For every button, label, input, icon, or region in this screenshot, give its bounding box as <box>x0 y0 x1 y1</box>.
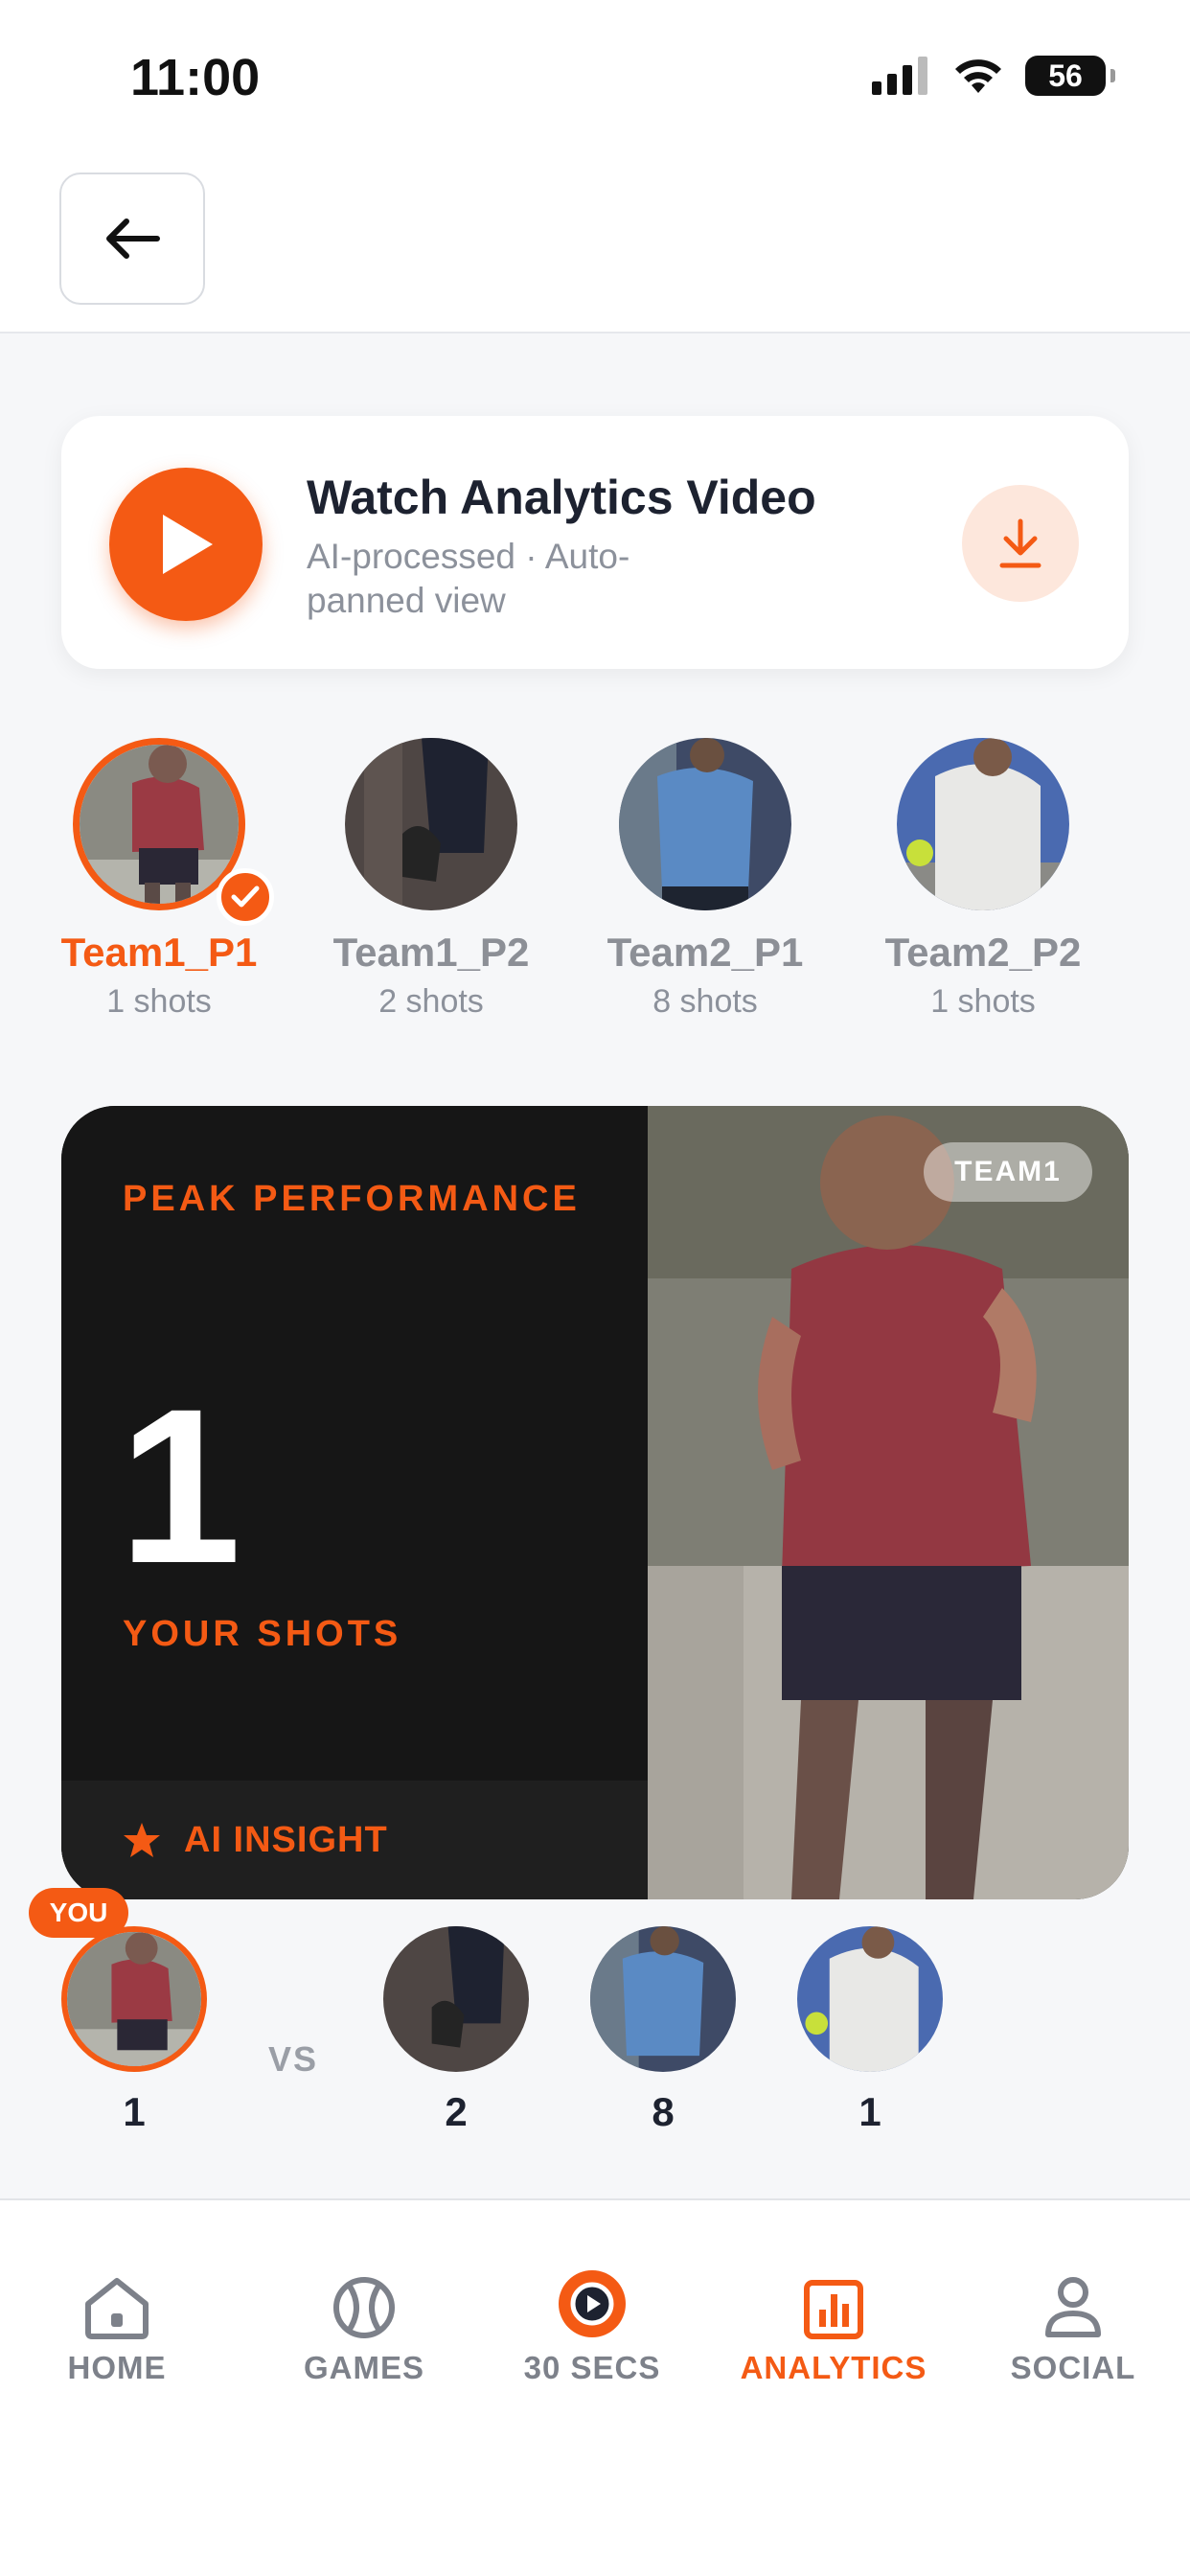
you-badge: YOU <box>29 1888 128 1938</box>
signal-icon <box>872 57 927 95</box>
peak-performance-label: PEAK PERFORMANCE <box>123 1179 581 1219</box>
avatar <box>797 1926 943 2072</box>
comparison-team2-p2[interactable]: 1 <box>793 1926 947 2135</box>
shot-count: 2 <box>445 2089 468 2134</box>
player-name: Team1_P1 <box>60 930 258 975</box>
video-title: Watch Analytics Video <box>307 471 816 524</box>
your-shots-label: YOUR SHOTS <box>123 1614 402 1654</box>
tennis-ball-icon <box>333 2277 395 2338</box>
player-name: Team2_P2 <box>884 930 1082 975</box>
header <box>0 153 1190 334</box>
avatar <box>345 738 517 910</box>
tab-label: HOME <box>67 2350 167 2385</box>
shot-count: 1 <box>858 2089 881 2134</box>
tab-social[interactable]: SOCIAL <box>958 2269 1188 2386</box>
player-name: Team2_P1 <box>606 930 804 975</box>
avatar <box>383 1926 529 2072</box>
analytics-video-card[interactable]: Watch Analytics Video AI-processed · Aut… <box>61 416 1129 669</box>
shot-count: 1 <box>123 2089 146 2134</box>
video-subtitle: AI-processed · Auto-panned view <box>307 537 630 620</box>
tab-label: GAMES <box>303 2350 424 2385</box>
selected-check-icon <box>217 868 274 926</box>
peak-stats-panel: PEAK PERFORMANCE 1 YOUR SHOTS AI INSIGHT <box>61 1106 648 1899</box>
download-icon <box>999 518 1041 568</box>
back-button[interactable] <box>59 172 205 305</box>
tab-label: SOCIAL <box>1010 2350 1136 2385</box>
player-shots: 8 shots <box>652 983 758 1020</box>
play-icon <box>163 515 213 574</box>
vs-label: VS <box>268 2039 319 2079</box>
peak-performance-card[interactable]: PEAK PERFORMANCE 1 YOUR SHOTS AI INSIGHT… <box>61 1106 1129 1899</box>
peak-shots-value: 1 <box>119 1363 241 1609</box>
player-shots: 2 shots <box>378 983 484 1020</box>
tab-label: 30 SECS <box>523 2350 661 2385</box>
bar-chart-icon <box>804 2280 863 2339</box>
player-shots: 1 shots <box>106 983 212 1020</box>
ai-insight-button[interactable]: AI INSIGHT <box>61 1781 648 1899</box>
avatar <box>619 738 791 910</box>
player-shots: 1 shots <box>930 983 1036 1020</box>
play-button[interactable] <box>109 468 263 621</box>
player-team2-p2[interactable]: Team2_P2 1 shots <box>849 738 1117 1021</box>
tab-label: ANALYTICS <box>740 2350 927 2385</box>
tab-home[interactable]: HOME <box>2 2269 232 2386</box>
avatar <box>897 738 1069 910</box>
comparison-team1-p2[interactable]: 2 <box>379 1926 533 2135</box>
ai-insight-label: AI INSIGHT <box>184 1819 388 1860</box>
tab-30-secs[interactable]: 30 SECS <box>477 2269 707 2386</box>
avatar <box>61 1926 207 2072</box>
status-time: 11:00 <box>130 49 261 106</box>
comparison-you[interactable]: YOU 1 <box>29 1888 211 2135</box>
player-selector: Team1_P1 1 shots Team1_P2 2 shots Team2_… <box>0 738 1190 1045</box>
home-icon <box>85 2278 149 2339</box>
download-button[interactable] <box>962 485 1079 602</box>
tab-bar: HOME GAMES 30 SECS ANALYTICS SOCIAL <box>0 2198 1190 2576</box>
shot-count: 8 <box>652 2089 675 2134</box>
tab-games[interactable]: GAMES <box>249 2269 479 2386</box>
battery-icon: 56 <box>1025 56 1115 96</box>
play-clip-icon <box>559 2270 626 2337</box>
star-icon <box>124 1823 160 1857</box>
tab-analytics[interactable]: ANALYTICS <box>719 2269 949 2386</box>
status-icons: 56 <box>872 56 1115 96</box>
player-name: Team1_P2 <box>332 930 530 975</box>
comparison-team2-p1[interactable]: 8 <box>586 1926 740 2135</box>
person-icon <box>1045 2277 1101 2337</box>
shot-comparison: YOU 1 VS 2 8 1 <box>0 1888 1190 2166</box>
player-photo: TEAM1 <box>648 1106 1129 1899</box>
team-badge: TEAM1 <box>924 1142 1092 1202</box>
arrow-left-icon <box>106 218 160 259</box>
player-team1-p2[interactable]: Team1_P2 2 shots <box>297 738 565 1021</box>
player-team1-p1[interactable]: Team1_P1 1 shots <box>25 738 293 1021</box>
avatar <box>590 1926 736 2072</box>
player-team2-p1[interactable]: Team2_P1 8 shots <box>571 738 839 1021</box>
wifi-icon <box>955 59 1001 93</box>
status-bar: 11:00 56 <box>0 0 1190 153</box>
